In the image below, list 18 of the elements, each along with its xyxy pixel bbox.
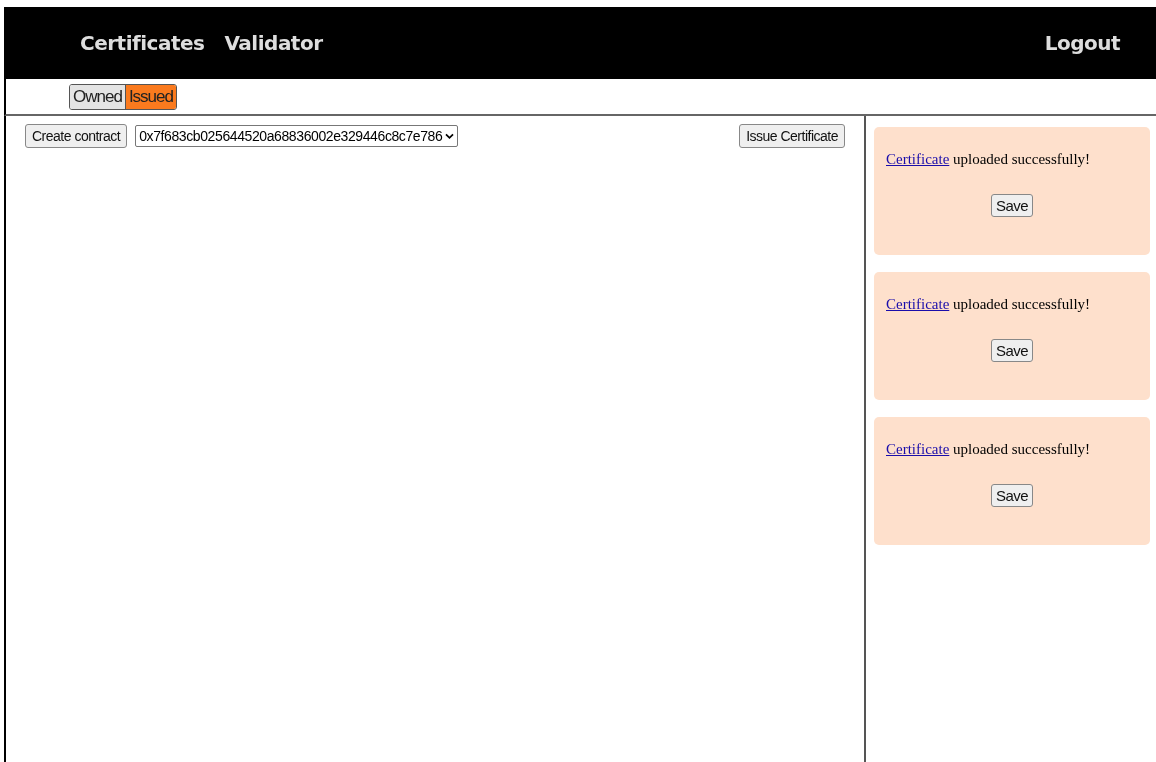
- contract-select[interactable]: 0x7f683cb025644520a68836002e329446c8c7e786: [135, 125, 459, 147]
- tab[interactable]: Issued: [124, 84, 176, 109]
- certificate-link[interactable]: Certificate: [886, 441, 950, 457]
- nav-link[interactable]: Certificates: [80, 31, 205, 55]
- chevron-down-icon: [445, 132, 455, 140]
- nav-link[interactable]: Validator: [224, 31, 323, 55]
- save-button[interactable]: Save: [990, 484, 1034, 507]
- save-button[interactable]: Save: [990, 194, 1034, 217]
- create-contract-button[interactable]: Create contract: [25, 124, 128, 148]
- notification-message: Certificate uploaded successfully!: [886, 441, 1091, 458]
- notification-message: Certificate uploaded successfully!: [886, 151, 1091, 168]
- save-button[interactable]: Save: [990, 339, 1034, 362]
- notification-message: Certificate uploaded successfully!: [886, 296, 1091, 313]
- logout-link[interactable]: Logout: [1044, 31, 1120, 55]
- certificate-link[interactable]: Certificate: [886, 296, 950, 312]
- certificate-link[interactable]: Certificate: [886, 151, 950, 167]
- tab[interactable]: Owned: [70, 84, 125, 109]
- issue-certificate-button[interactable]: Issue Certificate: [739, 124, 845, 148]
